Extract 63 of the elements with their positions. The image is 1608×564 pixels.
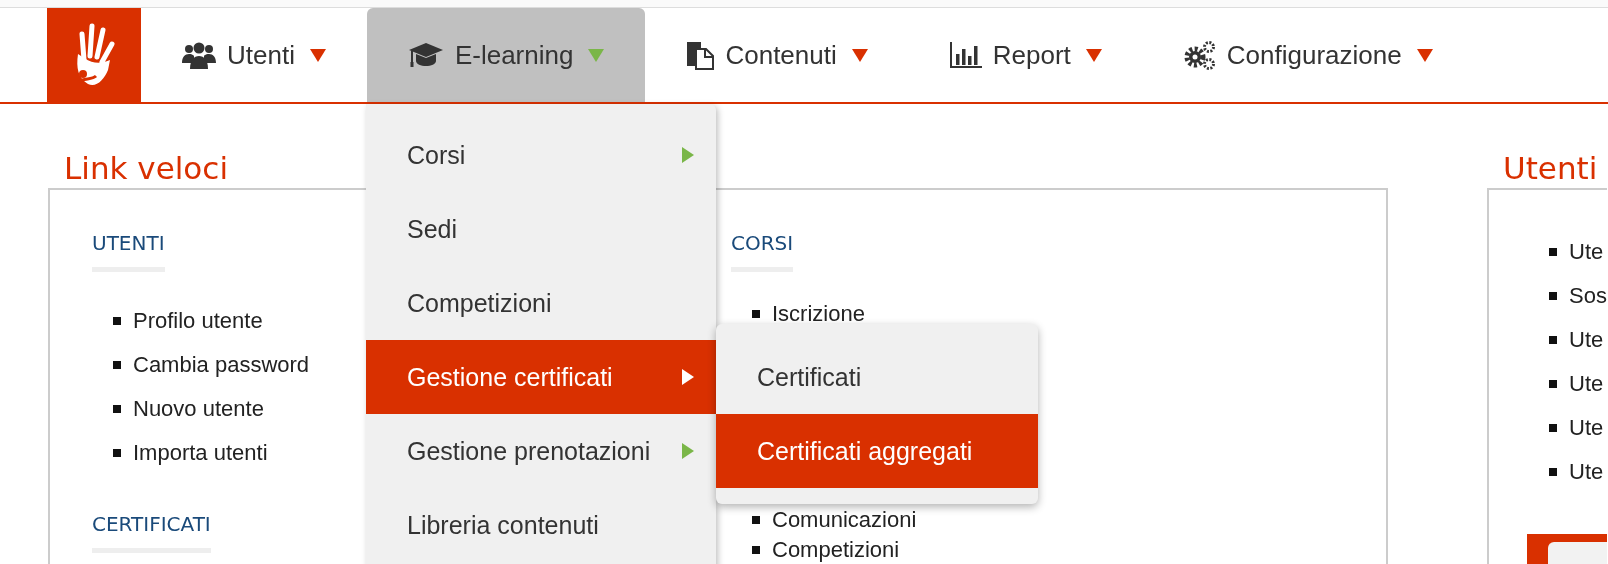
nav-label: E-learning — [454, 39, 574, 71]
quick-link[interactable]: Ute — [1569, 327, 1604, 353]
menu-item[interactable]: Sedi — [366, 192, 716, 266]
documents-icon — [686, 40, 715, 70]
quick-link[interactable]: Ute — [1569, 371, 1604, 397]
bullet-icon — [752, 310, 760, 318]
bullet-icon — [1549, 292, 1557, 300]
nav-label: Contenuti — [725, 39, 837, 71]
section-heading: CORSI — [731, 230, 794, 272]
submenu-arrow-icon — [682, 443, 694, 459]
gears-icon — [1183, 40, 1216, 70]
menu-item[interactable]: Certificati aggregati — [716, 414, 1038, 488]
bullet-icon — [1549, 424, 1557, 432]
graduation-cap-icon — [407, 41, 444, 69]
nav-tab[interactable]: Report — [908, 8, 1143, 102]
caret-icon — [309, 48, 326, 62]
submenu-arrow-icon — [682, 147, 694, 163]
bullet-icon — [1549, 336, 1557, 344]
section-title: Utenti — [1503, 149, 1598, 188]
nav-label: Configurazione — [1226, 39, 1402, 71]
section-title: Link veloci — [64, 149, 228, 188]
quick-link[interactable]: Comunicazioni — [772, 507, 917, 533]
bullet-icon — [752, 546, 760, 554]
nav-tab[interactable]: Configurazione — [1142, 8, 1474, 102]
menu-item[interactable]: Gestione prenotazioni — [366, 414, 716, 488]
section-heading: CERTIFICATI — [92, 511, 211, 553]
submenu-arrow-icon — [682, 369, 694, 385]
bullet-icon — [1549, 380, 1557, 388]
quick-link[interactable]: Profilo utente — [133, 308, 263, 334]
users-icon — [182, 41, 216, 69]
caret-icon — [1085, 48, 1102, 62]
quick-link[interactable]: Importa utenti — [133, 440, 268, 466]
bullet-icon — [752, 516, 760, 524]
menu-item[interactable]: Competizioni — [366, 266, 716, 340]
quick-link[interactable]: Ute — [1569, 459, 1604, 485]
menu-item[interactable]: Corsi — [366, 118, 716, 192]
caret-icon — [1416, 48, 1433, 62]
bullet-icon — [113, 449, 121, 457]
nav-tab[interactable]: Utenti — [141, 8, 367, 102]
nav-label: Utenti — [227, 39, 295, 71]
quick-link[interactable]: Nuovo utente — [133, 396, 264, 422]
nav-tab[interactable]: E-learning — [366, 8, 646, 102]
bullet-icon — [113, 317, 121, 325]
quick-link[interactable]: Ute — [1569, 415, 1604, 441]
bar-chart-icon — [949, 42, 982, 68]
menu-item[interactable]: Libreria contenuti — [366, 488, 716, 562]
quick-link[interactable]: Cambia password — [133, 352, 310, 378]
caret-icon — [851, 48, 868, 62]
quick-link[interactable]: Competizioni — [772, 537, 900, 563]
nav-tab[interactable]: Contenuti — [645, 8, 909, 102]
caret-icon — [588, 48, 605, 62]
bullet-icon — [113, 361, 121, 369]
bullet-icon — [1549, 248, 1557, 256]
bullet-icon — [1549, 468, 1557, 476]
menu-item[interactable]: Gestione certificati — [366, 340, 716, 414]
section-heading: UTENTI — [92, 230, 165, 272]
nav-label: Report — [992, 39, 1071, 71]
bullet-icon — [113, 405, 121, 413]
logo[interactable] — [47, 8, 141, 102]
quick-link[interactable]: Sos — [1569, 283, 1607, 309]
quick-link[interactable]: Iscrizione — [772, 301, 865, 327]
menu-item[interactable]: Certificati — [716, 340, 1038, 414]
quick-link[interactable]: Ute — [1569, 239, 1604, 265]
